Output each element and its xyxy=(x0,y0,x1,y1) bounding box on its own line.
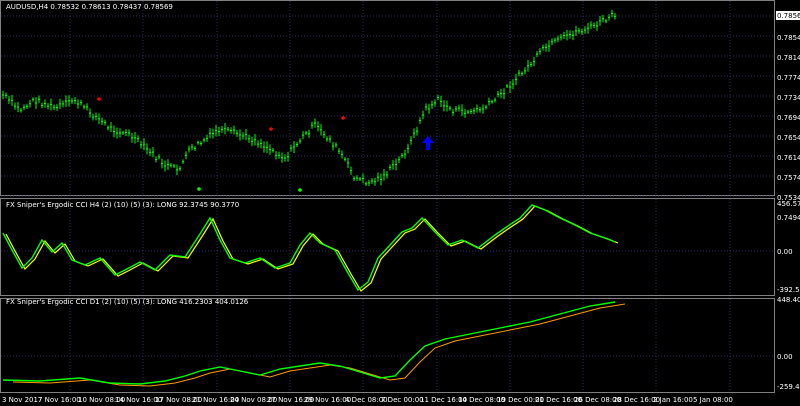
cci-d1-min-label: -259.4161 xyxy=(777,383,800,391)
cci-d1-zero-label: 0.00 xyxy=(777,353,793,361)
time-axis-label: 7 Nov 16:00 xyxy=(38,396,81,404)
dot-icon xyxy=(298,188,302,192)
price-axis-label: 0.78540 xyxy=(777,34,800,42)
chart-window[interactable]: AUDUSD,H4 0.78532 0.78613 0.78437 0.7856… xyxy=(0,0,800,406)
cci-d1-title: FX Sniper's Ergodic CCI D1 (2) (10) (5) … xyxy=(6,298,249,306)
cci-h4-zero-label: 0.00 xyxy=(777,248,793,256)
cci-h4-title: FX Sniper's Ergodic CCI H4 (2) (10) (5) … xyxy=(6,201,239,209)
price-axis-label: 0.75740 xyxy=(777,174,800,182)
dot-icon xyxy=(97,97,101,101)
time-axis-label: 2 Jan 16:00 xyxy=(653,396,693,404)
price-axis-label: 0.76540 xyxy=(777,134,800,142)
price-axis-label: 0.77740 xyxy=(777,74,800,82)
dot-icon xyxy=(269,127,273,131)
cci-d1-max-label: 448.4039 xyxy=(777,296,800,304)
dot-icon xyxy=(341,116,345,120)
price-axis-label: 0.76940 xyxy=(777,114,800,122)
price-axis-label: 0.77340 xyxy=(777,94,800,102)
price-axis-label: 0.78140 xyxy=(777,54,800,62)
price-axis-label: 0.76140 xyxy=(777,154,800,162)
cci-h4-min-label: -392.5235 xyxy=(777,286,800,294)
price-axis-label: 0.74940 xyxy=(777,214,800,222)
main-pane-title: AUDUSD,H4 0.78532 0.78613 0.78437 0.7856… xyxy=(6,3,173,11)
time-axis: 3 Nov 20177 Nov 16:0010 Nov 08:0014 Nov … xyxy=(2,396,733,404)
current-price-label: 0.78569 xyxy=(777,12,800,20)
dot-icon xyxy=(197,187,201,191)
time-axis-label: 5 Jan 08:00 xyxy=(693,396,733,404)
time-axis-label: 7 Dec 00:00 xyxy=(381,396,424,404)
time-axis-label: 3 Nov 2017 xyxy=(2,396,42,404)
cci-h4-max-label: 456.5781 xyxy=(777,200,800,208)
